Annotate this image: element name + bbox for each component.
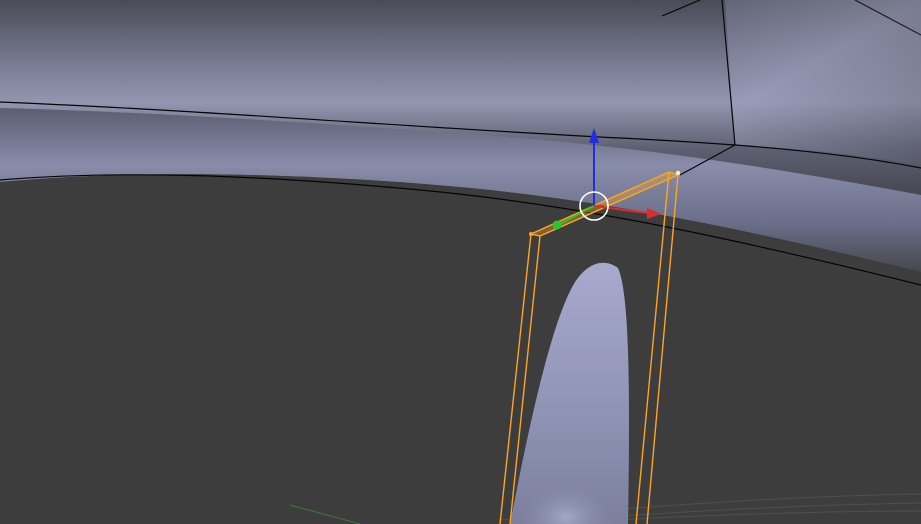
selected-vertex[interactable] xyxy=(529,232,533,236)
viewport-canvas[interactable] xyxy=(0,0,921,524)
3d-viewport[interactable] xyxy=(0,0,921,524)
gizmo-y-handle-icon[interactable] xyxy=(552,220,562,230)
selected-vertex-active[interactable] xyxy=(675,170,681,176)
